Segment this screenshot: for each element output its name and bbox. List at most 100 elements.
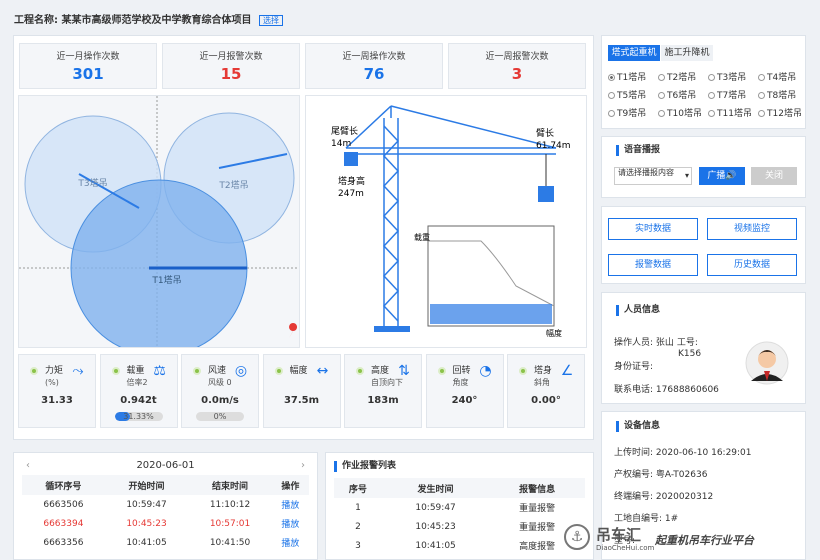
job-number: K156 (678, 349, 702, 359)
sensor-value: 0.00° (531, 395, 561, 406)
terminal-label: 终端编号: (614, 492, 654, 502)
sensor-sub: 斜角 (534, 378, 550, 387)
status-dot (30, 367, 38, 375)
boom-label: 臂长 (536, 127, 554, 139)
crane-radio[interactable]: T5塔吊 (608, 88, 646, 101)
stat-title: 近一月操作次数 (56, 52, 120, 62)
crane-radio-label: T12塔吊 (767, 109, 802, 119)
tower-base (374, 326, 410, 332)
tab-tower-crane[interactable]: 塔式起重机 (608, 45, 660, 61)
cycle-id: 6663394 (43, 518, 84, 529)
select-project-button[interactable]: 选择 (258, 15, 283, 26)
crane-radio-label: T7塔吊 (717, 91, 747, 101)
sensor-label: 载重 倍率2 (127, 365, 148, 389)
alarm-header: 报警信息 (489, 478, 585, 498)
sensor-sub: 倍率2 (126, 378, 148, 387)
history-data-button[interactable]: 历史数据 (707, 254, 797, 276)
height-icon: ⇅ (398, 363, 410, 379)
crane-radio[interactable]: T10塔吊 (658, 106, 702, 119)
crane-radio[interactable]: T6塔吊 (658, 88, 696, 101)
crane-diagram: 尾臂长 14m 臂长 61.74m 塔身高 247m 载重 幅度 (305, 95, 587, 348)
crane-radio[interactable]: T1塔吊 (608, 70, 646, 83)
hook-label: 载重 (414, 232, 430, 242)
broadcast-close-button[interactable]: 关闭 (751, 167, 797, 185)
height-value: 247m (338, 189, 364, 199)
crane-radio[interactable]: T4塔吊 (758, 70, 796, 83)
crane-radio[interactable]: T3塔吊 (708, 70, 746, 83)
project-label: 工程名称: (14, 15, 58, 26)
t1-radius-circle (70, 179, 248, 347)
tab-lift[interactable]: 施工升降机 (661, 45, 713, 61)
realtime-data-button[interactable]: 实时数据 (608, 218, 698, 240)
progress-label: 0% (213, 412, 227, 421)
project-name: 某某市高级师范学校及中学教育综合体项目 (61, 15, 252, 26)
property-row: 产权编号: 粤A-T02636 (614, 467, 707, 480)
sensor-value: 0.942t (120, 395, 157, 406)
crane-radio[interactable]: T11塔吊 (708, 106, 752, 119)
sensor-card: 载重 倍率2 ⚖ 0.942t 31.33% (99, 354, 178, 428)
envelope-fill (430, 304, 552, 324)
cycle-id: 6663506 (43, 499, 84, 510)
height-label: 塔身高 (338, 175, 365, 187)
alarm-data-button[interactable]: 报警数据 (608, 254, 698, 276)
stat-card: 近一月操作次数 301 (19, 43, 157, 89)
sensor-value: 240° (451, 395, 478, 406)
play-link[interactable]: 播放 (272, 533, 309, 552)
t2-map-label: T2塔吊 (218, 179, 248, 191)
wind-icon: ◎ (234, 363, 248, 379)
stat-value: 15 (220, 65, 242, 83)
broadcast-placeholder: 请选择播报内容 (618, 168, 674, 177)
sensor-name: 风速 (208, 366, 227, 376)
alarm-msg: 重量报警 (519, 504, 556, 514)
operator-label: 操作人员: (614, 338, 654, 348)
prev-date-icon[interactable]: ‹ (26, 457, 30, 475)
sensor-card: 力矩 (%) ⤳ 31.33 (18, 354, 96, 428)
stat-value: 301 (72, 65, 104, 83)
table-row: 6663506 10:59:47 11:10:12 播放 (22, 495, 309, 514)
boom-value: 61.74m (536, 141, 571, 151)
crane-radio[interactable]: T2塔吊 (658, 70, 696, 83)
watermark-logo: ⚓ (564, 524, 590, 550)
broadcast-play-button[interactable]: 广播🔊 (699, 167, 745, 185)
stat-value: 76 (363, 65, 385, 83)
cycle-start: 10:59:47 (126, 499, 167, 510)
cycle-table: 循环序号 开始时间 结束时间 操作 6663506 10:59:47 11:10:12 播放 6… (22, 475, 309, 552)
cycle-panel: ‹ 2020-06-01 › 循环序号 开始时间 结束时间 操作 6663506 10:5… (13, 452, 318, 560)
cycle-start: 10:45:23 (126, 518, 167, 529)
sensor-label: 幅度 (290, 365, 308, 377)
crane-radio[interactable]: T7塔吊 (708, 88, 746, 101)
cycle-header: 循环序号 (22, 475, 105, 495)
crane-map: T3塔吊 T2塔吊 T1塔吊 (18, 95, 300, 348)
video-monitor-button[interactable]: 视频监控 (707, 218, 797, 240)
alarm-header: 发生时间 (381, 478, 490, 498)
watermark-slogan: 起重机吊车行业平台 (655, 534, 754, 547)
next-date-icon[interactable]: › (301, 457, 305, 475)
id-number-label: 身份证号: (614, 362, 654, 372)
status-dot (519, 367, 527, 375)
sensor-value: 31.33 (41, 395, 73, 406)
cycle-id: 6663356 (43, 537, 84, 548)
project-title-bar: 工程名称: 某某市高级师范学校及中学教育综合体项目 选择 (14, 11, 283, 26)
crane-radio[interactable]: T9塔吊 (608, 106, 646, 119)
sensor-name: 塔身 (534, 366, 553, 376)
status-dot (356, 367, 364, 375)
radio-circle (658, 74, 665, 81)
cycle-start: 10:41:05 (126, 537, 167, 548)
cycle-date-nav: ‹ 2020-06-01 › (22, 457, 309, 475)
crane-radio[interactable]: T8塔吊 (758, 88, 796, 101)
sensor-card: 高度 自顶向下 ⇅ 183m (344, 354, 422, 428)
broadcast-select[interactable]: 请选择播报内容 ▾ (614, 167, 692, 185)
alarm-table: 序号 发生时间 报警信息 1 10:59:47 重量报警 2 10:45:23 重量报警 3 10:… (334, 478, 585, 555)
upload-time-label: 上传时间: (614, 448, 654, 458)
operator-row: 操作人员: 张山 工号: (614, 335, 698, 348)
cycle-end: 10:57:01 (209, 518, 251, 529)
play-link[interactable]: 播放 (272, 495, 309, 514)
crane-radio[interactable]: T12塔吊 (758, 106, 802, 119)
table-row: 6663356 10:41:05 10:41:50 播放 (22, 533, 309, 552)
radio-circle (608, 110, 615, 117)
location-pin-icon[interactable] (289, 323, 298, 338)
play-link[interactable]: 播放 (272, 514, 309, 533)
stat-card: 近一周操作次数 76 (305, 43, 443, 89)
crane-radio-label: T9塔吊 (617, 109, 647, 119)
upload-time-value: 2020-06-10 16:29:01 (655, 448, 752, 458)
